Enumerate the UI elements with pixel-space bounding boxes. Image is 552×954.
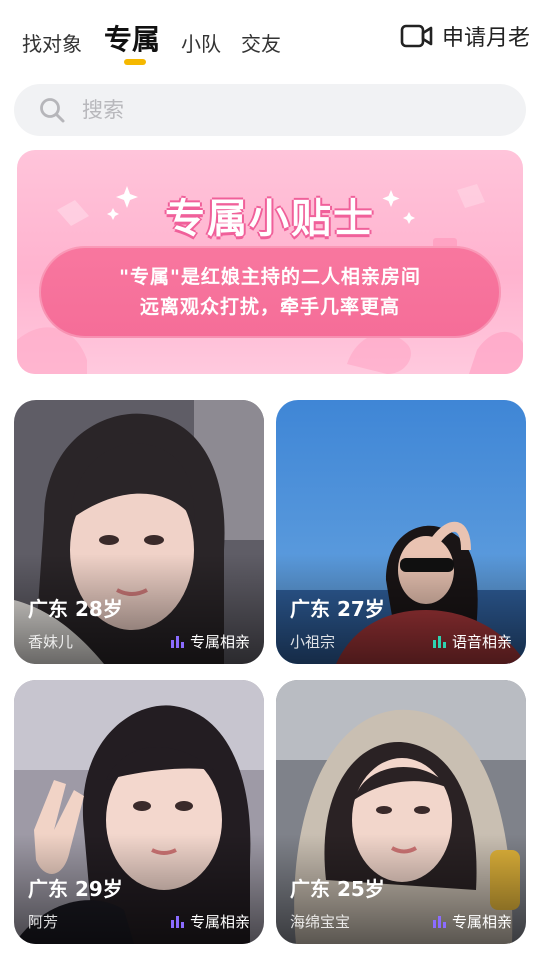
card-nickname: 香妹儿 <box>28 633 74 651</box>
profile-card[interactable]: 广东 28岁 香妹儿 专属相亲 <box>14 400 264 664</box>
exclusive-tips-banner[interactable]: 专属小贴士 "专属"是红娘主持的二人相亲房间 远离观众打扰，牵手几率更高 <box>17 150 523 374</box>
card-mode-badge: 专属相亲 <box>170 631 250 652</box>
profile-card[interactable]: 广东 27岁 小祖宗 语音相亲 <box>276 400 526 664</box>
card-nickname: 阿芳 <box>28 913 59 931</box>
signal-bars-icon <box>170 916 184 928</box>
tab-exclusive[interactable]: 专属 <box>104 18 160 58</box>
signal-bars-icon <box>170 636 184 648</box>
tab-make-friends[interactable]: 交友 <box>241 28 281 57</box>
tab-team[interactable]: 小队 <box>181 28 221 57</box>
card-mode-badge: 语音相亲 <box>432 631 512 652</box>
card-location-age: 广东 25岁 <box>290 877 385 901</box>
banner-title: 专属小贴士 <box>165 196 375 242</box>
active-tab-indicator <box>124 59 146 65</box>
card-mode-label: 专属相亲 <box>451 913 512 931</box>
profile-card[interactable]: 广东 29岁 阿芳 专属相亲 <box>14 680 264 944</box>
card-mode-label: 语音相亲 <box>451 633 512 651</box>
banner-line-1: "专属"是红娘主持的二人相亲房间 <box>119 266 421 288</box>
signal-bars-icon <box>432 916 446 928</box>
card-nickname: 海绵宝宝 <box>290 913 351 931</box>
card-location-age: 广东 27岁 <box>290 597 385 621</box>
top-tab-bar: 找对象 专属 小队 交友 申请月老 <box>0 0 552 80</box>
apply-matchmaker-label: 申请月老 <box>441 26 530 51</box>
card-location-age: 广东 28岁 <box>28 597 123 621</box>
card-mode-badge: 专属相亲 <box>170 911 250 932</box>
search-icon <box>40 98 65 123</box>
signal-bars-icon <box>432 636 446 648</box>
banner-description-box: "专属"是红娘主持的二人相亲房间 远离观众打扰，牵手几率更高 <box>39 246 501 338</box>
video-camera-icon <box>400 24 433 48</box>
tab-find-partner[interactable]: 找对象 <box>22 28 82 57</box>
profile-card[interactable]: 广东 25岁 海绵宝宝 专属相亲 <box>276 680 526 944</box>
banner-line-2: 远离观众打扰，牵手几率更高 <box>139 296 400 318</box>
card-location-age: 广东 29岁 <box>28 877 123 901</box>
search-bar[interactable] <box>14 84 526 136</box>
card-mode-label: 专属相亲 <box>189 913 250 931</box>
apply-matchmaker-button[interactable]: 申请月老 <box>400 20 530 52</box>
search-input[interactable] <box>80 97 464 123</box>
card-mode-label: 专属相亲 <box>189 633 250 651</box>
card-mode-badge: 专属相亲 <box>432 911 512 932</box>
card-nickname: 小祖宗 <box>290 633 336 651</box>
